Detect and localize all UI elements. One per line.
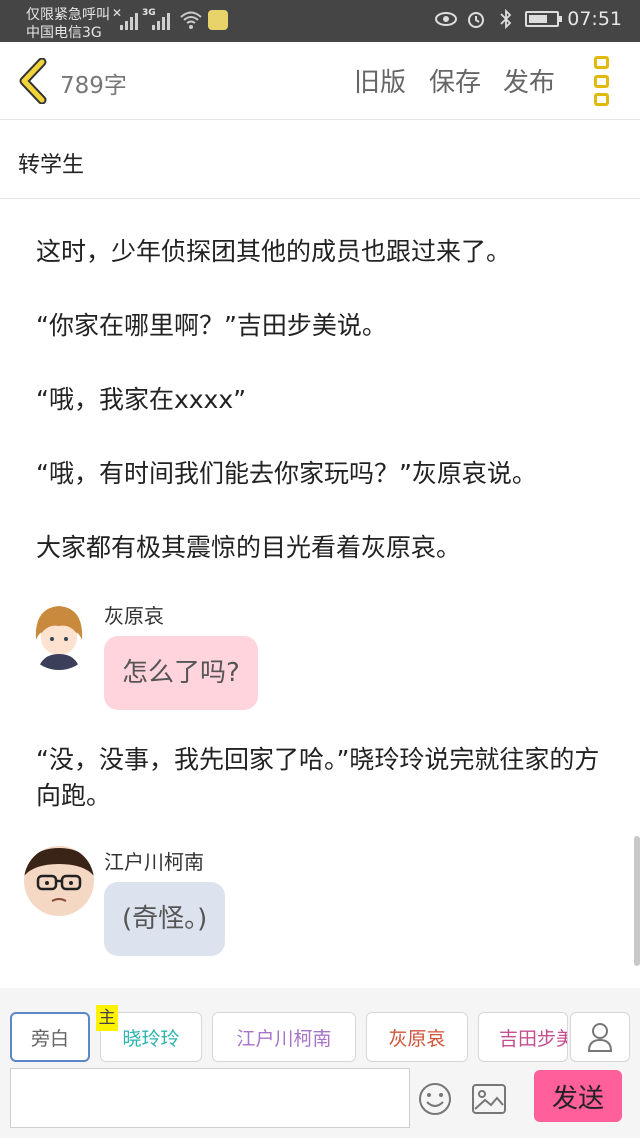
story-paragraph[interactable]: “你家在哪里啊？”吉田步美说。 bbox=[36, 308, 606, 344]
user-icon bbox=[587, 1023, 613, 1052]
menu-dot bbox=[594, 56, 609, 69]
word-count: 789字 bbox=[60, 73, 127, 99]
clock: 07:51 bbox=[567, 8, 622, 30]
role-manage-button[interactable] bbox=[570, 1012, 630, 1062]
save-button[interactable]: 保存 bbox=[429, 62, 481, 99]
character-avatar[interactable] bbox=[24, 600, 94, 670]
status-bar: 仅限紧急呼叫 中国电信3G ✕ 3G 07:51 bbox=[0, 0, 640, 42]
role-label: 吉田步美 bbox=[499, 1027, 568, 1050]
story-paragraph[interactable]: “没，没事，我先回家了哈。”晓玲玲说完就往家的方向跑。 bbox=[36, 742, 606, 814]
image-icon[interactable] bbox=[472, 1084, 506, 1114]
role-label: 晓玲玲 bbox=[122, 1027, 180, 1050]
chat-message[interactable]: 灰原哀 怎么了吗? bbox=[24, 600, 604, 720]
alarm-icon bbox=[465, 8, 487, 30]
story-paragraph[interactable]: “哦，有时间我们能去你家玩吗？”灰原哀说。 bbox=[36, 456, 606, 492]
story-paragraph[interactable]: 大家都有极其震惊的目光看着灰原哀。 bbox=[36, 530, 606, 566]
emoji-icon[interactable] bbox=[418, 1082, 452, 1116]
wifi-icon bbox=[180, 11, 202, 29]
back-icon[interactable] bbox=[16, 58, 52, 104]
story-content[interactable]: 这时，少年侦探团其他的成员也跟过来了。 “你家在哪里啊？”吉田步美说。 “哦，我… bbox=[0, 200, 640, 988]
menu-dot bbox=[594, 93, 609, 106]
role-label: 江户川柯南 bbox=[236, 1027, 332, 1050]
story-title[interactable]: 转学生 bbox=[18, 147, 84, 179]
composer-bar: 旁白 主 晓玲玲 江户川柯南 灰原哀 吉田步美 发送 bbox=[0, 988, 640, 1138]
story-title-bar[interactable]: 转学生 bbox=[0, 121, 640, 199]
main-character-badge: 主 bbox=[96, 1005, 118, 1031]
speaker-name: 灰原哀 bbox=[104, 604, 164, 628]
speaker-name: 江户川柯南 bbox=[104, 850, 204, 874]
role-tab-haibara[interactable]: 灰原哀 bbox=[366, 1012, 468, 1062]
role-label: 旁白 bbox=[30, 1027, 69, 1050]
message-input[interactable] bbox=[10, 1068, 410, 1128]
character-avatar[interactable] bbox=[24, 846, 94, 916]
story-paragraph[interactable]: “哦，我家在xxxx” bbox=[36, 382, 606, 418]
role-tab-conan[interactable]: 江户川柯南 bbox=[212, 1012, 356, 1062]
role-tab-narrator[interactable]: 旁白 bbox=[10, 1012, 90, 1062]
eye-icon bbox=[435, 8, 458, 30]
chat-message[interactable]: 江户川柯南 (奇怪。) bbox=[24, 846, 604, 966]
publish-button[interactable]: 发布 bbox=[503, 62, 555, 99]
signal-icon bbox=[152, 10, 170, 30]
carrier-label: 仅限紧急呼叫 bbox=[26, 7, 110, 23]
story-paragraph[interactable]: 这时，少年侦探团其他的成员也跟过来了。 bbox=[36, 234, 606, 270]
carrier-network-label: 中国电信3G bbox=[26, 25, 102, 41]
editor-toolbar: 789字 旧版 保存 发布 bbox=[0, 42, 640, 120]
battery-icon bbox=[525, 11, 563, 27]
dialogue-bubble[interactable]: 怎么了吗? bbox=[104, 636, 258, 710]
send-label: 发送 bbox=[551, 1083, 604, 1114]
dialogue-bubble[interactable]: (奇怪。) bbox=[104, 882, 226, 956]
role-label: 灰原哀 bbox=[388, 1027, 446, 1050]
app-notification-icon bbox=[208, 10, 228, 30]
more-menu-icon[interactable] bbox=[594, 56, 614, 106]
send-button[interactable]: 发送 bbox=[534, 1070, 622, 1122]
scrollbar[interactable] bbox=[634, 836, 640, 966]
old-version-button[interactable]: 旧版 bbox=[354, 62, 406, 99]
signal-icon bbox=[120, 10, 138, 30]
menu-dot bbox=[594, 74, 609, 88]
role-tab-ayumi[interactable]: 吉田步美 bbox=[478, 1012, 568, 1062]
bluetooth-icon bbox=[495, 8, 517, 30]
